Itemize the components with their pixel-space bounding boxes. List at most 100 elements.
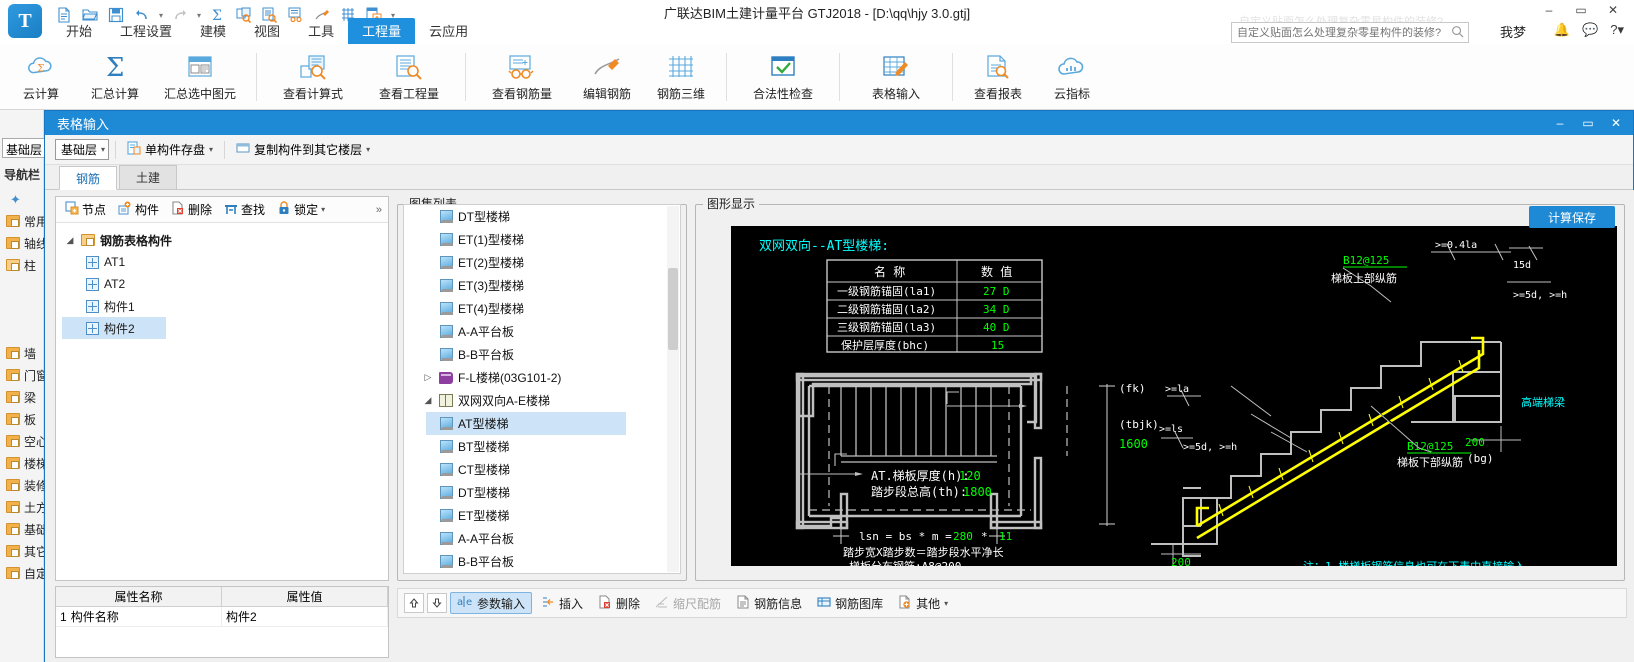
- atlas-item-et4[interactable]: ET(4)型楼梯: [404, 297, 680, 320]
- tab-project-settings[interactable]: 工程设置: [106, 18, 186, 44]
- bell-icon[interactable]: 🔔: [1554, 22, 1570, 38]
- nav-item-foundation[interactable]: 基础: [0, 518, 48, 540]
- cloud-calc-button[interactable]: Σ 云计算: [4, 46, 78, 108]
- param-input-button[interactable]: ae 参数输入: [450, 592, 533, 614]
- nav-item-decoration[interactable]: 装修: [0, 474, 48, 496]
- rebar-info-button[interactable]: 钢筋信息: [730, 592, 808, 614]
- prop-value-cell[interactable]: 构件2: [222, 607, 388, 626]
- other-button[interactable]: 其他 ▾: [892, 592, 954, 614]
- message-icon[interactable]: 💬: [1582, 22, 1598, 38]
- toolbar-overflow-icon[interactable]: »: [376, 204, 382, 216]
- tab-tools[interactable]: 工具: [294, 18, 348, 44]
- summary-selected-button[interactable]: 汇总选中图元: [152, 46, 248, 108]
- view-quantity-button[interactable]: 查看工程量: [361, 46, 457, 108]
- help-icon[interactable]: ?▾: [1610, 22, 1624, 38]
- nav-item-door-window[interactable]: 门窗洞: [0, 364, 60, 386]
- property-row[interactable]: 1 构件名称 构件2: [56, 607, 388, 627]
- tree-item-component2[interactable]: 构件2: [62, 317, 166, 339]
- tab-cloud-apps[interactable]: 云应用: [415, 18, 482, 44]
- dialog-maximize-button[interactable]: ▭: [1575, 113, 1601, 133]
- rebar-library-button[interactable]: 钢筋图库: [811, 592, 889, 614]
- dialog-floor-selector[interactable]: 基础层 ▾: [55, 139, 110, 160]
- tab-modeling[interactable]: 建模: [186, 18, 240, 44]
- maximize-button[interactable]: ▭: [1568, 0, 1594, 20]
- validity-check-button[interactable]: 合法性检查: [735, 46, 831, 108]
- stair-drawing-canvas[interactable]: 双网双向--AT型楼梯: 名 称 数 值 一级钢筋锚固(la1) 27 D 二级…: [731, 226, 1617, 566]
- tree-item-component1[interactable]: 构件1: [62, 295, 388, 317]
- atlas-item-bb-platform[interactable]: B-B平台板: [404, 343, 680, 366]
- nav-item-other[interactable]: 其它: [0, 540, 48, 562]
- search-icon[interactable]: [1446, 25, 1468, 41]
- tab-start[interactable]: 开始: [52, 18, 106, 44]
- atlas-item-aa-platform[interactable]: A-A平台板: [404, 320, 680, 343]
- tab-rebar[interactable]: 钢筋: [59, 166, 118, 190]
- chevron-down-icon[interactable]: ▾: [209, 145, 213, 154]
- view-rebar-qty-button[interactable]: 查看钢筋量: [474, 46, 570, 108]
- nav-item-stair[interactable]: 楼梯: [0, 452, 48, 474]
- save-component-button[interactable]: 单构件存盘 ▾: [122, 139, 218, 161]
- tree-item-at2[interactable]: AT2: [62, 273, 388, 295]
- tree-root-node[interactable]: ◢ 钢筋表格构件: [62, 229, 388, 251]
- edit-rebar-button[interactable]: 编辑钢筋: [570, 46, 644, 108]
- move-down-icon[interactable]: [427, 593, 447, 613]
- search-input[interactable]: [1232, 26, 1446, 39]
- view-report-button[interactable]: 查看报表: [961, 46, 1035, 108]
- expand-twisty-icon[interactable]: ▷: [422, 372, 434, 383]
- copy-component-button[interactable]: 复制构件到其它楼层 ▾: [231, 139, 375, 161]
- collapse-twisty-icon[interactable]: ◢: [422, 395, 434, 406]
- atlas-group-fl2[interactable]: ▷ 双网双向F-L楼梯: [404, 573, 680, 574]
- find-button[interactable]: 查找: [219, 199, 270, 221]
- cloud-index-button[interactable]: 云指标: [1035, 46, 1109, 108]
- atlas-item-et3[interactable]: ET(3)型楼梯: [404, 274, 680, 297]
- calc-save-button[interactable]: 计算保存: [1529, 206, 1615, 228]
- nav-item-custom[interactable]: 自定义: [0, 562, 60, 584]
- scale-rebar-button[interactable]: 缩尺配筋: [649, 592, 727, 614]
- atlas-item-at-selected[interactable]: AT型楼梯: [426, 412, 626, 435]
- move-up-icon[interactable]: [404, 593, 424, 613]
- close-button[interactable]: ✕: [1600, 0, 1626, 20]
- rebar-3d-button[interactable]: 钢筋三维: [644, 46, 718, 108]
- atlas-item-aa-platform2[interactable]: A-A平台板: [404, 527, 680, 550]
- nav-item-beam[interactable]: 梁: [0, 386, 44, 408]
- nav-item-slab[interactable]: 板: [0, 408, 44, 430]
- nav-item-hollow-floor[interactable]: 空心楼盖: [0, 430, 72, 452]
- dialog-close-button[interactable]: ✕: [1603, 113, 1629, 133]
- nav-item-column[interactable]: 柱: [0, 254, 44, 276]
- delete-row-button[interactable]: 删除: [592, 592, 646, 614]
- atlas-group-fl[interactable]: ▷ F-L楼梯(03G101-2): [404, 366, 680, 389]
- atlas-item-et2[interactable]: ET(2)型楼梯: [404, 251, 680, 274]
- tab-quantity[interactable]: 工程量: [348, 18, 416, 44]
- atlas-item-dt2[interactable]: DT型楼梯: [404, 481, 680, 504]
- lock-button[interactable]: 锁定 ▾: [272, 199, 330, 221]
- summary-calc-button[interactable]: Σ 汇总计算: [78, 46, 152, 108]
- table-input-button[interactable]: 表格输入: [848, 46, 944, 108]
- atlas-item-dt[interactable]: DT型楼梯: [404, 205, 680, 228]
- tab-view[interactable]: 视图: [240, 18, 294, 44]
- dialog-minimize-button[interactable]: –: [1547, 113, 1573, 133]
- delete-button[interactable]: 删除: [166, 199, 217, 221]
- chevron-down-icon[interactable]: ▾: [321, 205, 325, 214]
- chevron-down-icon[interactable]: ▾: [366, 145, 370, 154]
- atlas-group-ae[interactable]: ◢ 双网双向A-E楼梯: [404, 389, 680, 412]
- nav-item-wall[interactable]: 墙: [0, 342, 44, 364]
- atlas-item-bt[interactable]: BT型楼梯: [404, 435, 680, 458]
- view-formula-button[interactable]: 查看计算式: [265, 46, 361, 108]
- nav-item-axis[interactable]: 轴线: [0, 232, 48, 254]
- tab-civil[interactable]: 土建: [119, 165, 178, 189]
- nav-item-earthwork[interactable]: 土方: [0, 496, 48, 518]
- user-name[interactable]: 我梦: [1500, 22, 1526, 41]
- add-component-button[interactable]: 构件: [113, 199, 164, 221]
- atlas-item-bb-platform2[interactable]: B-B平台板: [404, 550, 680, 573]
- minimize-button[interactable]: –: [1536, 0, 1562, 20]
- search-box[interactable]: [1231, 22, 1469, 43]
- nav-item-common[interactable]: 常用构件类型: [0, 210, 96, 232]
- atlas-item-ct[interactable]: CT型楼梯: [404, 458, 680, 481]
- add-node-button[interactable]: 节点: [60, 199, 111, 221]
- tree-item-at1[interactable]: AT1: [62, 251, 388, 273]
- atlas-item-et1[interactable]: ET(1)型楼梯: [404, 228, 680, 251]
- expand-twisty-icon[interactable]: ◢: [64, 235, 76, 246]
- atlas-scrollbar[interactable]: [667, 206, 679, 572]
- chevron-down-icon[interactable]: ▾: [944, 599, 948, 608]
- atlas-item-et[interactable]: ET型楼梯: [404, 504, 680, 527]
- insert-button[interactable]: 插入: [535, 592, 589, 614]
